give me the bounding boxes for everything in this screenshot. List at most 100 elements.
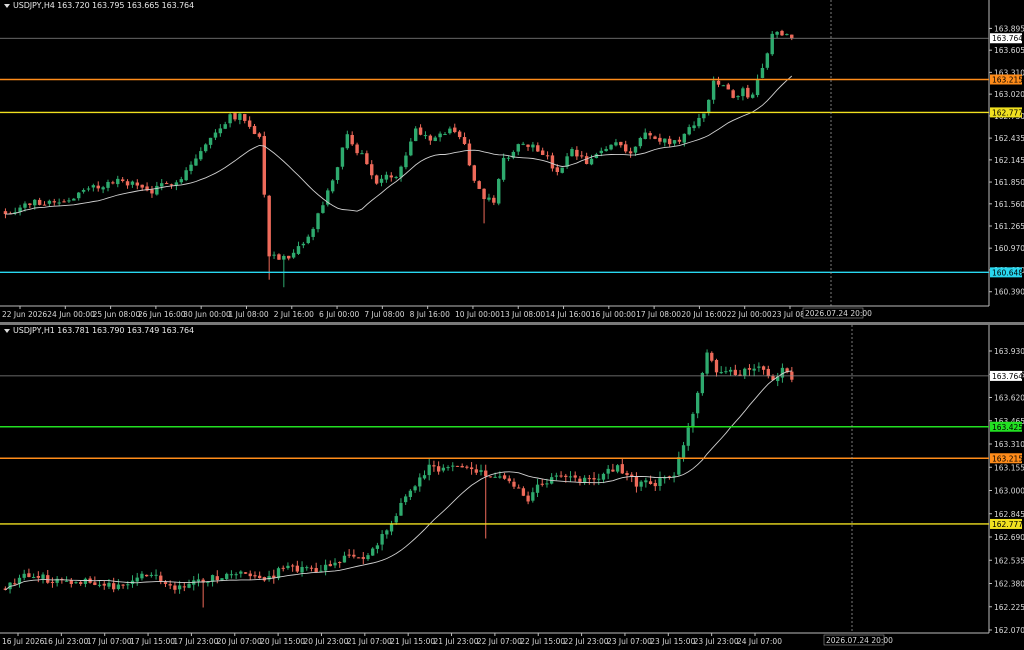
candle-body — [761, 366, 766, 370]
candle-body — [41, 574, 45, 579]
level-price-label: 163.425 — [992, 423, 1023, 432]
candle-body — [101, 187, 105, 190]
candle-body — [57, 202, 61, 204]
level-price-label: 163.764 — [992, 372, 1023, 381]
candle-body — [140, 573, 144, 579]
candle-body — [385, 530, 389, 535]
y-tick-label: 161.850 — [994, 178, 1024, 187]
candle-body — [160, 183, 164, 187]
x-tick-label: 10 Jul 00:00 — [455, 310, 500, 319]
candle-body — [564, 475, 568, 477]
x-tick-label: 21 Jul 23:00 — [434, 637, 479, 646]
candle-body — [474, 469, 478, 473]
candle-body — [36, 576, 40, 578]
candle-body — [375, 545, 380, 549]
candle-body — [355, 144, 359, 154]
x-tick-label: 25 Jun 08:00 — [93, 310, 141, 319]
candle-body — [199, 151, 203, 160]
candle-body — [319, 570, 323, 572]
level-price-label: 163.764 — [992, 34, 1023, 43]
candle-body — [658, 137, 662, 142]
candle-body — [150, 189, 154, 194]
candle-body — [208, 137, 213, 145]
candle-body — [163, 582, 168, 584]
moving-average-line — [5, 75, 793, 215]
dropdown-triangle-icon[interactable] — [4, 328, 10, 333]
level-price-label: 162.777 — [992, 520, 1023, 529]
candle-body — [427, 464, 431, 476]
candle-body — [272, 254, 276, 256]
x-tick-label: 1 Jul 08:00 — [228, 310, 268, 319]
candle-body — [531, 144, 535, 148]
candle-body — [658, 477, 662, 486]
h4-chart-panel[interactable]: 163.895163.605163.310163.020162.730162.4… — [0, 0, 1024, 322]
candle-body — [404, 496, 408, 503]
x-tick-label: 20 Jul 07:00 — [217, 637, 262, 646]
x-tick-label: 8 Jul 16:00 — [410, 310, 450, 319]
x-tick-label: 17 Jul 08:00 — [636, 310, 681, 319]
y-tick-label: 162.225 — [994, 603, 1024, 612]
candle-body — [3, 211, 8, 215]
h1-chart-panel[interactable]: 163.930163.775163.620163.465163.310163.1… — [0, 325, 1024, 650]
candle-body — [517, 487, 521, 489]
candle-body — [194, 158, 198, 166]
candle-body — [267, 195, 271, 257]
candle-body — [173, 585, 177, 590]
y-tick-label: 162.070 — [994, 626, 1024, 635]
price-chart[interactable]: 163.930163.775163.620163.465163.310163.1… — [0, 325, 1024, 650]
candle-body — [67, 200, 71, 202]
candle-body — [757, 366, 761, 368]
price-chart[interactable]: 163.895163.605163.310163.020162.730162.4… — [0, 0, 1024, 322]
candle-body — [568, 476, 573, 478]
candle-body — [721, 85, 726, 87]
candle-body — [580, 155, 584, 157]
candle-body — [536, 145, 540, 152]
candle-body — [648, 133, 652, 136]
level-price-label: 160.648 — [992, 268, 1023, 277]
candle-body — [135, 182, 140, 186]
x-tick-label: 22 Jul 15:00 — [520, 637, 565, 646]
candle-body — [311, 228, 315, 237]
candle-body — [592, 478, 596, 480]
candle-body — [52, 201, 56, 203]
candle-body — [408, 490, 413, 497]
candle-body — [653, 482, 657, 487]
candle-body — [448, 128, 452, 134]
candle-body — [323, 564, 328, 571]
candle-body — [785, 34, 789, 36]
level-price-label: 163.215 — [992, 75, 1023, 84]
candle-body — [506, 157, 511, 159]
candle-body — [457, 131, 462, 138]
dropdown-triangle-icon[interactable] — [4, 3, 10, 8]
candle-body — [677, 457, 681, 475]
candle-body — [203, 144, 208, 152]
x-tick-label: 24 Jun 00:00 — [47, 310, 95, 319]
x-tick-label: 6 Jul 00:00 — [319, 310, 359, 319]
candle-body — [492, 197, 496, 203]
candle-body — [512, 481, 516, 487]
h1-chart-title: USDJPY,H1 163.781 163.790 163.749 163.76… — [4, 326, 194, 335]
candle-body — [672, 140, 677, 144]
x-tick-label: 17 Jul 07:00 — [87, 637, 132, 646]
candle-body — [780, 30, 784, 36]
candle-body — [587, 478, 591, 480]
candle-body — [477, 181, 481, 189]
candle-body — [433, 137, 437, 142]
candle-body — [394, 176, 398, 178]
x-tick-label: 16 Jul 23:00 — [43, 637, 88, 646]
candle-body — [72, 198, 76, 201]
candle-body — [309, 567, 314, 569]
candle-body — [168, 584, 172, 586]
candle-body — [295, 565, 299, 572]
candle-body — [526, 495, 530, 502]
candle-body — [681, 445, 686, 458]
x-tick-label: 16 Jul 2026 — [2, 637, 45, 646]
candle-body — [453, 127, 457, 133]
candle-body — [667, 138, 672, 145]
candle-body — [159, 575, 163, 582]
candle-body — [257, 133, 262, 137]
candle-body — [663, 138, 667, 143]
y-tick-label: 162.380 — [994, 580, 1024, 589]
candle-body — [615, 465, 620, 472]
candle-body — [487, 197, 491, 200]
